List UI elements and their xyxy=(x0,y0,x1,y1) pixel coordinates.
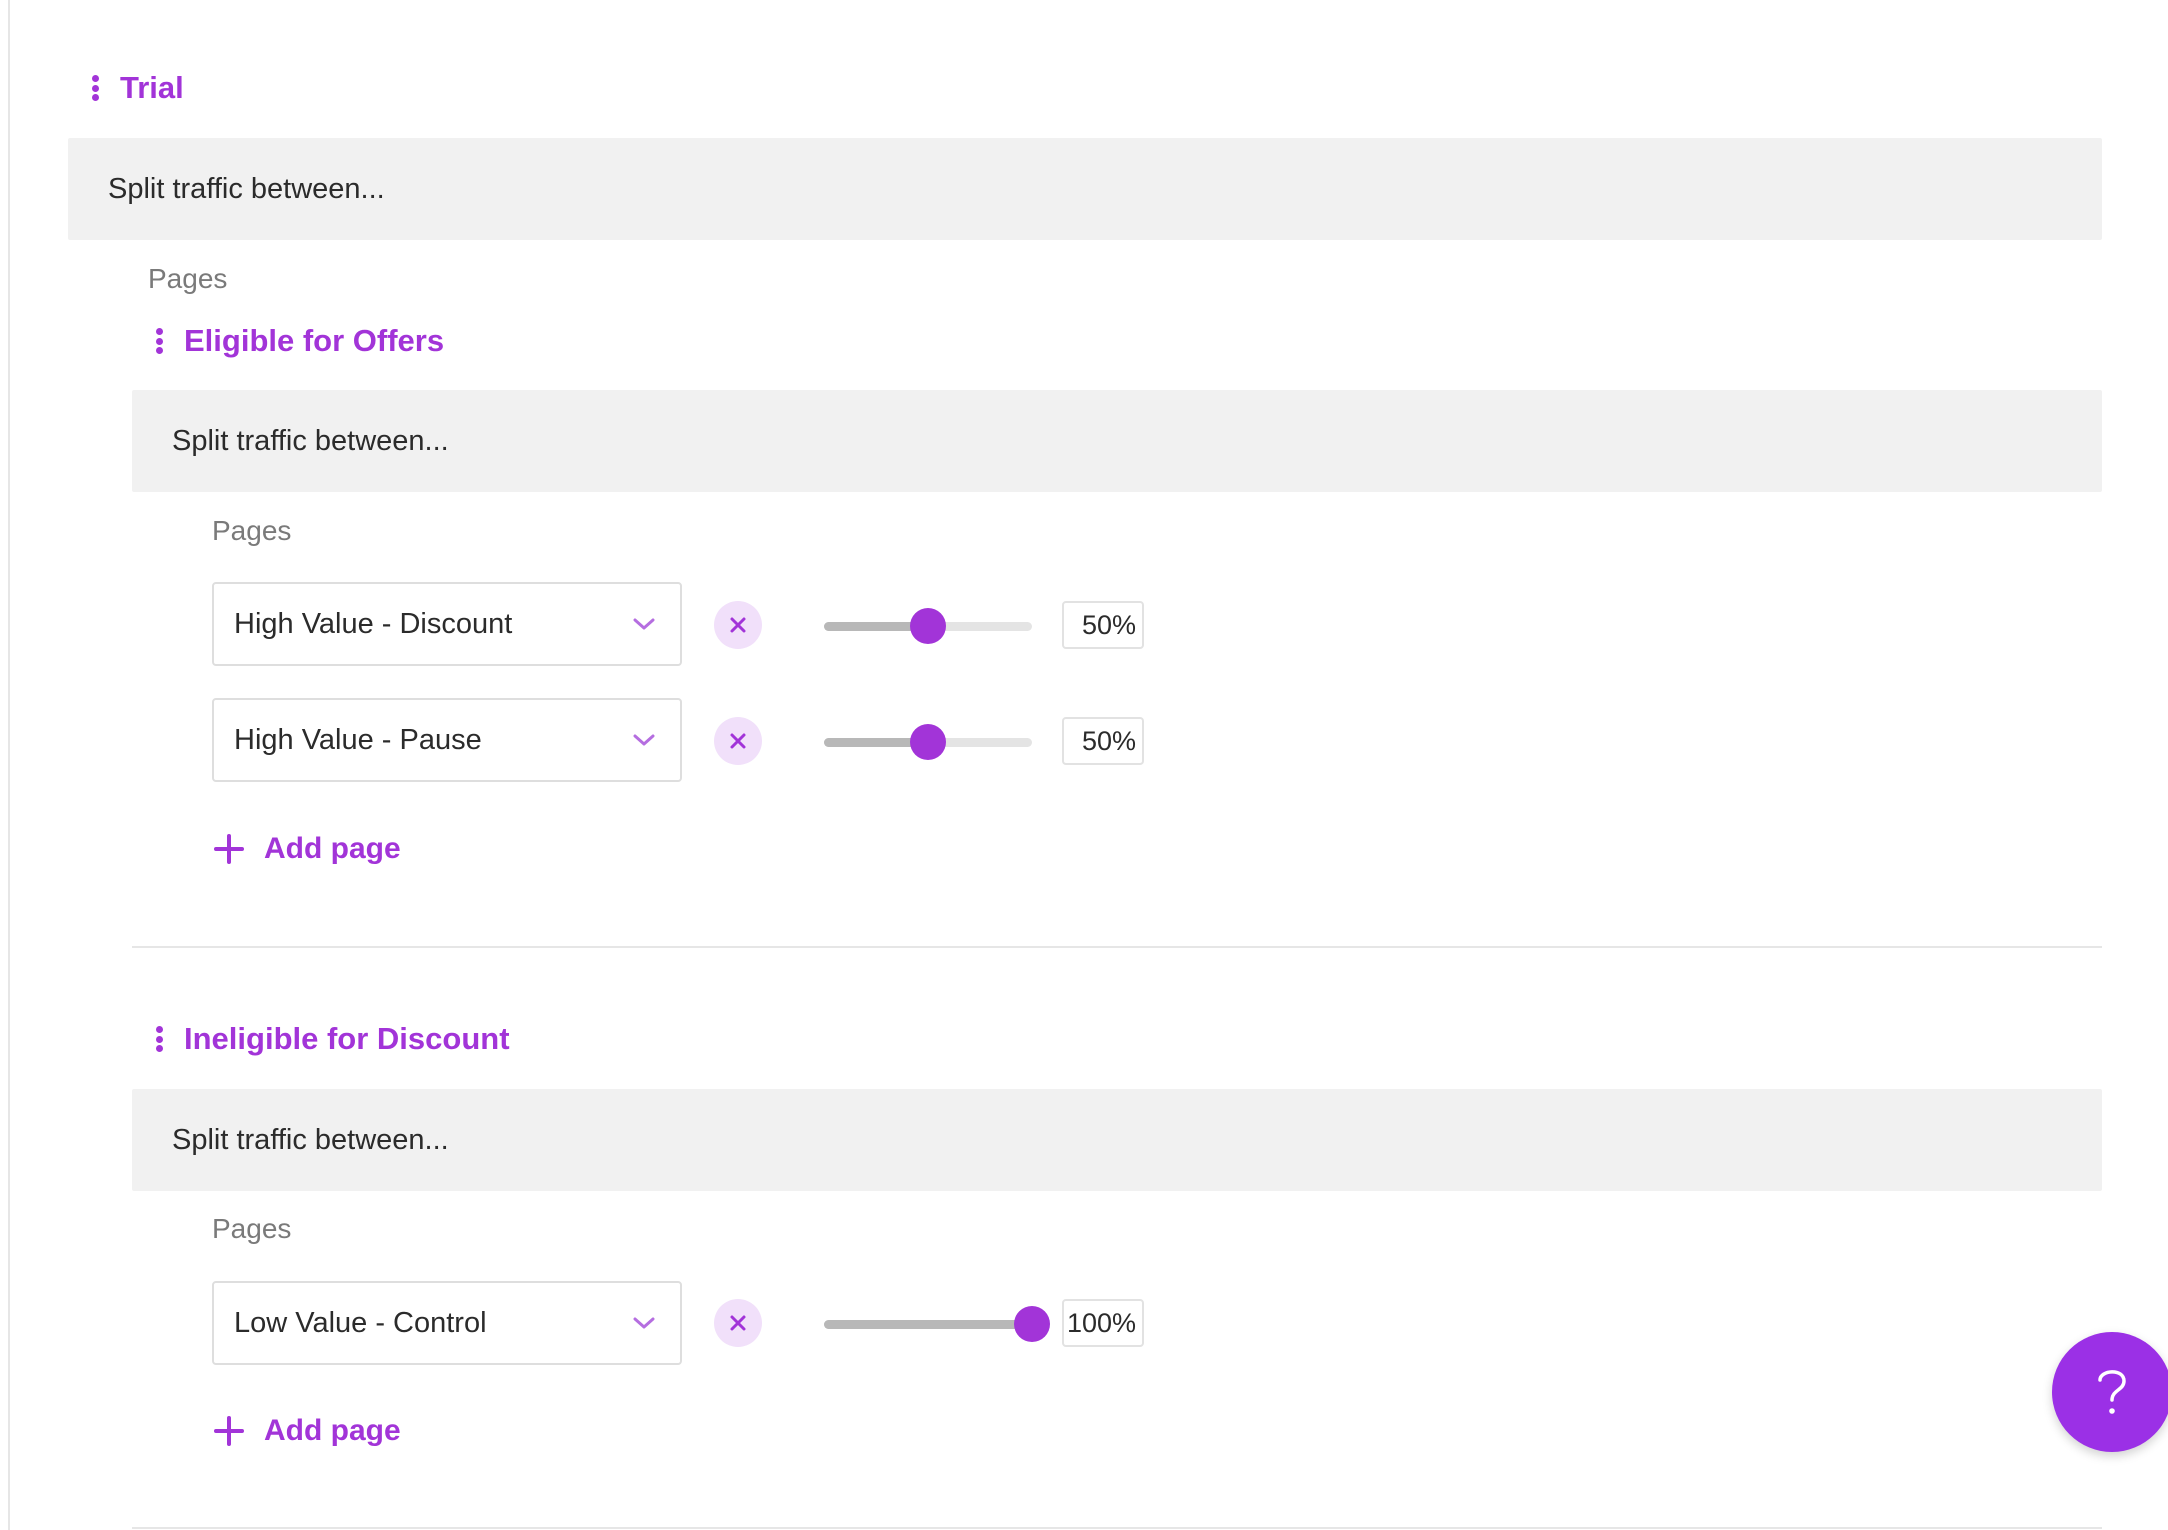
page-select[interactable]: High Value - Pause xyxy=(212,698,682,782)
question-icon xyxy=(2098,1370,2126,1414)
page-select[interactable]: Low Value - Control xyxy=(212,1281,682,1365)
close-icon xyxy=(730,733,746,749)
add-page-label: Add page xyxy=(264,1414,401,1447)
percent-value: 100% xyxy=(1062,1299,1144,1347)
group-title-trial[interactable]: Trial xyxy=(120,70,184,106)
close-icon xyxy=(730,617,746,633)
section-divider xyxy=(132,946,2102,948)
help-button[interactable] xyxy=(2052,1332,2168,1452)
eligible-group-header: Eligible for Offers xyxy=(154,323,444,359)
page-select-value: Low Value - Control xyxy=(234,1306,487,1339)
page-select-value: High Value - Pause xyxy=(234,723,482,756)
add-page-button[interactable]: Add page xyxy=(214,1414,401,1448)
kebab-menu-icon[interactable] xyxy=(154,328,164,354)
close-icon xyxy=(730,1315,746,1331)
percent-value: 50% xyxy=(1062,717,1144,765)
group-title-ineligible[interactable]: Ineligible for Discount xyxy=(184,1021,510,1057)
slider-thumb[interactable] xyxy=(910,724,946,760)
plus-icon xyxy=(214,1416,244,1446)
traffic-slider[interactable] xyxy=(824,1304,1050,1344)
pages-label-eligible: Pages xyxy=(212,515,292,546)
kebab-menu-icon[interactable] xyxy=(90,75,100,101)
page-select[interactable]: High Value - Discount xyxy=(212,582,682,666)
traffic-slider[interactable] xyxy=(824,722,1032,762)
kebab-menu-icon[interactable] xyxy=(154,1026,164,1052)
split-traffic-bar-trial: Split traffic between... xyxy=(68,138,2102,240)
slider-thumb[interactable] xyxy=(910,608,946,644)
section-divider xyxy=(132,1527,2102,1529)
remove-page-button[interactable] xyxy=(714,717,762,765)
traffic-slider[interactable] xyxy=(824,606,1032,646)
group-title-eligible[interactable]: Eligible for Offers xyxy=(184,323,444,359)
slider-thumb[interactable] xyxy=(1014,1306,1050,1342)
chevron-down-icon xyxy=(633,734,655,746)
ineligible-group-header: Ineligible for Discount xyxy=(154,1021,510,1057)
chevron-down-icon xyxy=(633,618,655,630)
remove-page-button[interactable] xyxy=(714,601,762,649)
plus-icon xyxy=(214,834,244,864)
pages-label-ineligible: Pages xyxy=(212,1213,292,1244)
chevron-down-icon xyxy=(633,1317,655,1329)
add-page-button[interactable]: Add page xyxy=(214,832,401,866)
percent-value: 50% xyxy=(1062,601,1144,649)
add-page-label: Add page xyxy=(264,832,401,865)
remove-page-button[interactable] xyxy=(714,1299,762,1347)
pages-label-trial: Pages xyxy=(148,263,228,294)
split-traffic-bar-eligible: Split traffic between... xyxy=(132,390,2102,492)
trial-group-header: Trial xyxy=(90,70,184,106)
page-select-value: High Value - Discount xyxy=(234,607,513,640)
split-traffic-bar-ineligible: Split traffic between... xyxy=(132,1089,2102,1191)
